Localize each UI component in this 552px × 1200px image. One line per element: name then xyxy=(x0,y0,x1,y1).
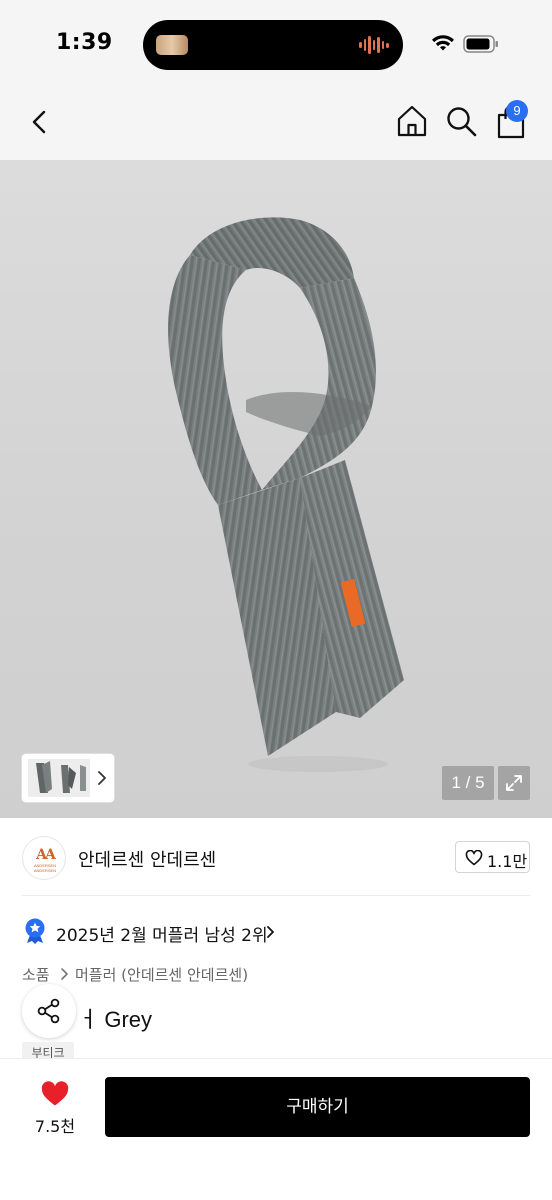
wifi-icon xyxy=(432,35,454,51)
expand-icon xyxy=(506,775,522,791)
buy-button[interactable]: 구매하기 xyxy=(105,1077,530,1137)
share-icon xyxy=(37,998,60,1024)
product-photo-scarf xyxy=(168,217,404,772)
section-divider xyxy=(22,895,530,896)
chevron-right-icon xyxy=(61,968,68,980)
breadcrumb: 소품 머플러 (안데르센 안데르센) xyxy=(22,962,422,986)
cart-count-badge: 9 xyxy=(506,100,528,122)
breadcrumb-category[interactable]: 소품 xyxy=(22,964,50,985)
status-bar: 1:39 xyxy=(0,0,552,88)
brand-row: AA ANDERSEN ANDERSEN 안데르센 안데르센 1.1만 xyxy=(0,818,552,896)
wishlist-count: 7.5천 xyxy=(34,1117,76,1136)
gallery-page-indicator: 1 / 5 xyxy=(442,766,494,800)
brand-logo-mark: AA xyxy=(36,847,56,863)
chevron-right-icon xyxy=(98,771,106,785)
heart-outline-icon xyxy=(465,850,483,866)
gallery-thumbnail-strip[interactable] xyxy=(22,754,114,802)
wishlist-button[interactable]: 7.5천 xyxy=(24,1077,84,1137)
bottom-action-bar: 7.5천 구매하기 xyxy=(0,1058,552,1200)
audio-waveform-icon xyxy=(359,34,390,56)
ranking-text: 2025년 2월 머플러 남성 2위 xyxy=(56,926,268,946)
ranking-link[interactable]: 2025년 2월 머플러 남성 2위 xyxy=(22,918,342,946)
expand-gallery-button[interactable] xyxy=(498,766,530,800)
thumbnail-preview-images xyxy=(28,759,90,797)
search-icon[interactable] xyxy=(444,104,478,138)
breadcrumb-subcategory[interactable]: 머플러 (안데르센 안데르센) xyxy=(75,964,248,985)
home-icon[interactable] xyxy=(396,104,428,138)
heart-filled-icon xyxy=(41,1081,69,1106)
top-navigation-bar: 9 xyxy=(0,88,552,160)
now-playing-artwork xyxy=(156,35,188,55)
brand-name-link[interactable]: 안데르센 안데르센 xyxy=(78,846,216,872)
chevron-right-icon xyxy=(267,926,274,938)
brand-logo[interactable]: AA ANDERSEN ANDERSEN xyxy=(22,836,66,880)
share-button[interactable] xyxy=(22,984,76,1038)
brand-logo-text: ANDERSEN ANDERSEN xyxy=(33,863,57,873)
product-image-gallery[interactable]: 1 / 5 xyxy=(0,160,552,818)
product-title: ㅓ Grey xyxy=(78,1007,153,1032)
brand-like-count: 1.1만 xyxy=(487,852,528,871)
brand-like-button[interactable]: 1.1만 xyxy=(455,841,530,873)
dynamic-island xyxy=(143,20,403,70)
battery-icon xyxy=(463,35,498,53)
status-time: 1:39 xyxy=(56,30,113,55)
chevron-left-icon[interactable] xyxy=(24,106,56,138)
ranking-medal-icon xyxy=(25,918,45,944)
